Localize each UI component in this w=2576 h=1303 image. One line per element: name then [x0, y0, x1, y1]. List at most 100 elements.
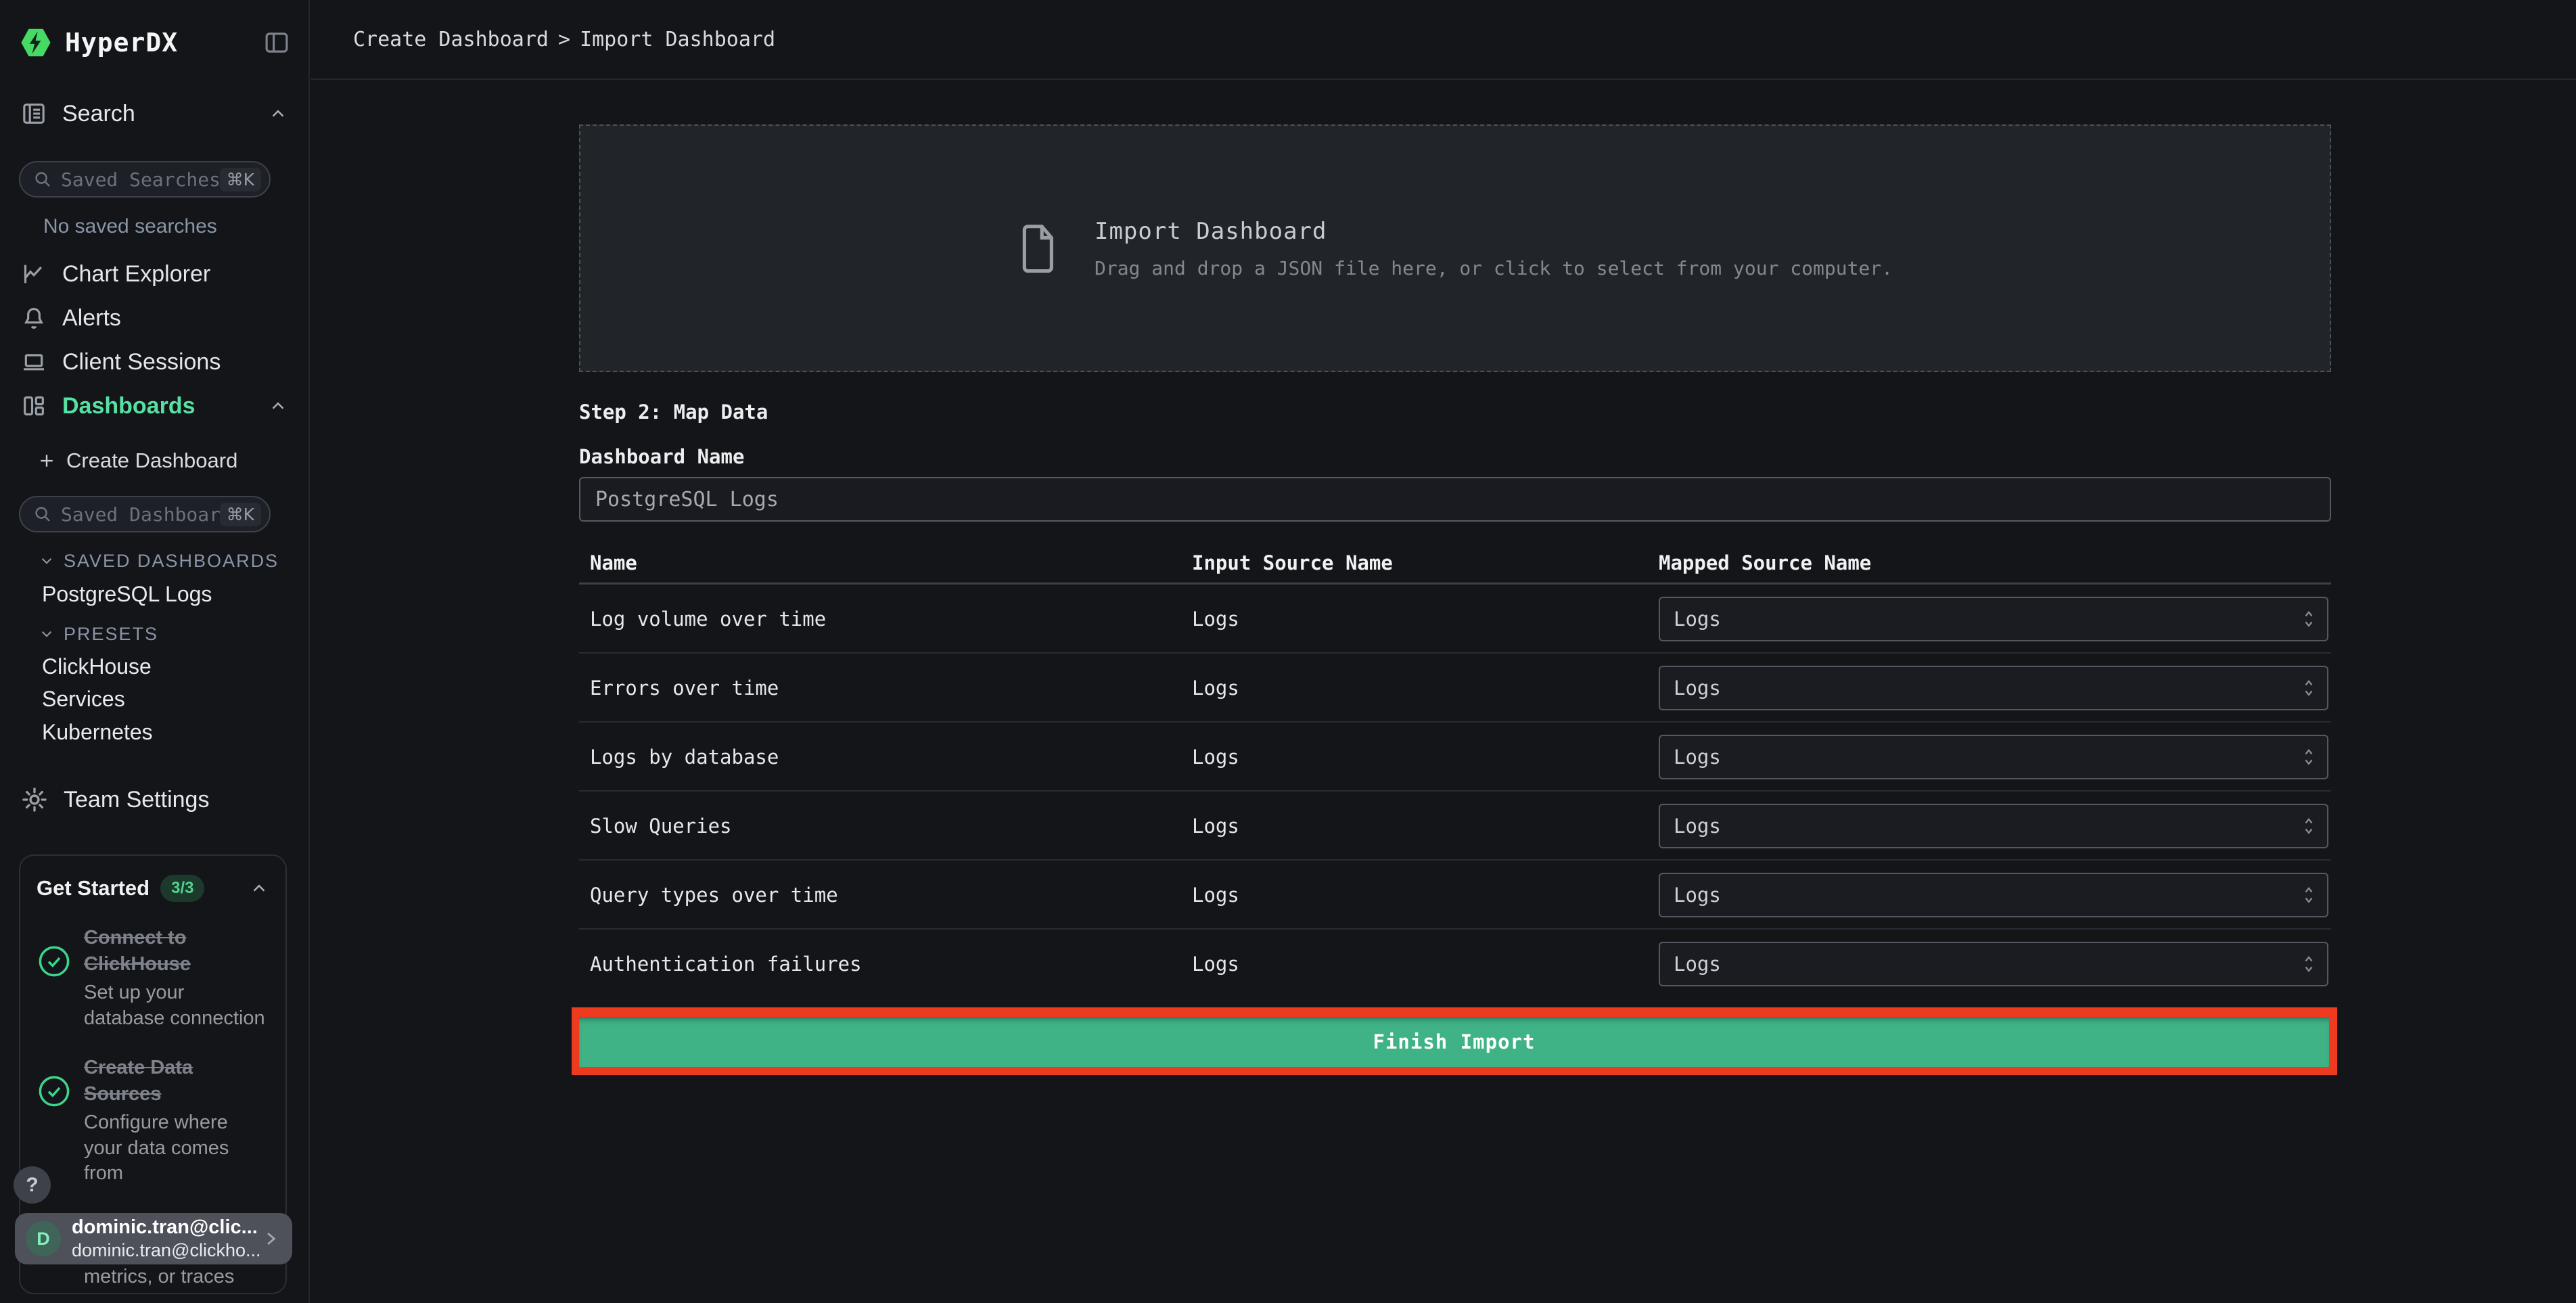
sidebar-item-label: Alerts — [62, 304, 121, 331]
select-chevrons-icon — [2303, 746, 2315, 768]
table-row: Slow Queries Logs Logs — [579, 792, 2331, 861]
saved-dashboards-section-label: SAVED DASHBOARDS — [64, 550, 279, 571]
sidebar-item-client-sessions[interactable]: Client Sessions — [20, 340, 288, 384]
annotation-highlight-box: Finish Import — [572, 1007, 2337, 1075]
get-started-item-desc: Set up your database connection — [84, 982, 265, 1029]
gear-icon — [20, 785, 49, 814]
breadcrumb: Create Dashboard > Import Dashboard — [311, 0, 2576, 80]
dropzone-subtitle: Drag and drop a JSON file here, or click… — [1094, 256, 1893, 279]
select-chevrons-icon — [2303, 815, 2315, 837]
sidebar-item-label: Dashboards — [62, 392, 196, 419]
import-dropzone[interactable]: Import Dashboard Drag and drop a JSON fi… — [579, 124, 2331, 372]
mapped-source-value: Logs — [1674, 746, 1721, 769]
mapped-source-value: Logs — [1674, 884, 1721, 907]
row-name: Logs by database — [590, 746, 779, 769]
select-chevrons-icon — [2303, 608, 2315, 630]
shortcut-badge: ⌘K — [219, 167, 261, 191]
get-started-header[interactable]: Get Started 3/3 — [37, 875, 269, 902]
sidebar-item-alerts[interactable]: Alerts — [20, 296, 288, 340]
row-input-source: Logs — [1192, 746, 1239, 769]
help-button[interactable]: ? — [14, 1166, 51, 1204]
sidebar-item-label: Chart Explorer — [62, 260, 211, 287]
select-chevrons-icon — [2303, 884, 2315, 906]
row-input-source: Logs — [1192, 815, 1239, 838]
sidebar-collapse-icon[interactable] — [262, 28, 291, 57]
row-input-source: Logs — [1192, 608, 1239, 631]
create-dashboard-button[interactable]: Create Dashboard — [37, 445, 237, 476]
shortcut-badge: ⌘K — [219, 502, 261, 526]
table-body: Log volume over time Logs Logs Errors ov… — [579, 585, 2331, 999]
sidebar-item-team-settings[interactable]: Team Settings — [20, 779, 288, 820]
select-chevrons-icon — [2303, 677, 2315, 699]
table-header-row: Name Input Source Name Mapped Source Nam… — [579, 541, 2331, 585]
get-started-item-title: Connect to ClickHouse — [84, 927, 191, 976]
mapped-source-select[interactable]: Logs — [1659, 735, 2328, 779]
dashboard-name-label: Dashboard Name — [579, 445, 745, 468]
select-chevrons-icon — [2303, 953, 2315, 975]
sidebar-section-search[interactable]: Search — [20, 95, 288, 133]
get-started-item-desc: Configure where your data comes from — [84, 1111, 229, 1185]
sidebar-item-chart-explorer[interactable]: Chart Explorer — [20, 252, 288, 296]
get-started-item-sources[interactable]: Create Data Sources Configure where your… — [37, 1055, 269, 1187]
sidebar-item-dashboards[interactable]: Dashboards — [20, 384, 288, 428]
file-icon — [1017, 222, 1059, 275]
mapped-source-value: Logs — [1674, 677, 1721, 700]
presets-section-header[interactable]: PRESETS — [38, 620, 158, 648]
plus-icon — [37, 451, 57, 471]
breadcrumb-import-dashboard[interactable]: Import Dashboard — [580, 28, 775, 51]
get-started-item-connect[interactable]: Connect to ClickHouse Set up your databa… — [37, 925, 269, 1032]
mapped-source-select[interactable]: Logs — [1659, 597, 2328, 641]
no-saved-searches-text: No saved searches — [43, 215, 217, 237]
mapped-source-select[interactable]: Logs — [1659, 873, 2328, 917]
search-icon — [32, 169, 53, 189]
table-row: Query types over time Logs Logs — [579, 861, 2331, 930]
team-settings-label: Team Settings — [64, 786, 210, 813]
chevron-down-icon — [41, 631, 52, 637]
row-name: Slow Queries — [590, 815, 732, 838]
row-input-source: Logs — [1192, 884, 1239, 907]
chevron-up-icon — [249, 878, 269, 898]
sidebar-item-services[interactable]: Services — [42, 684, 125, 714]
saved-searches-input[interactable] — [61, 168, 220, 191]
sidebar-item-postgresql-logs[interactable]: PostgreSQL Logs — [42, 579, 212, 609]
mapped-source-select[interactable]: Logs — [1659, 666, 2328, 710]
search-section-icon — [20, 100, 47, 127]
app-title: HyperDX — [65, 28, 179, 58]
search-section-label: Search — [62, 100, 135, 127]
user-email: dominic.tran@clickho... — [72, 1240, 261, 1260]
logo-row: HyperDX — [20, 23, 291, 62]
column-header-input-source: Input Source Name — [1192, 551, 1393, 574]
chart-explorer-icon — [20, 260, 47, 288]
dashboard-name-input[interactable] — [579, 477, 2331, 522]
mapped-source-value: Logs — [1674, 953, 1721, 976]
saved-dashboards-input[interactable] — [61, 503, 220, 526]
get-started-item-title: Create Data Sources — [84, 1056, 193, 1105]
presets-section-label: PRESETS — [64, 623, 159, 644]
user-account-chip[interactable]: D dominic.tran@clic... dominic.tran@clic… — [15, 1213, 292, 1264]
saved-dashboards-section-header[interactable]: SAVED DASHBOARDS — [38, 547, 279, 575]
breadcrumb-create-dashboard[interactable]: Create Dashboard — [353, 28, 549, 51]
table-row: Authentication failures Logs Logs — [579, 930, 2331, 999]
avatar: D — [26, 1221, 61, 1256]
sidebar: HyperDX Search ⌘K No saved searches — [0, 0, 310, 1303]
sidebar-item-kubernetes[interactable]: Kubernetes — [42, 717, 153, 747]
create-dashboard-label: Create Dashboard — [66, 449, 238, 472]
row-name: Errors over time — [590, 677, 779, 700]
finish-import-button[interactable]: Finish Import — [579, 1017, 2329, 1067]
saved-searches-pill: ⌘K — [19, 161, 271, 198]
mapping-table: Name Input Source Name Mapped Source Nam… — [579, 541, 2331, 999]
saved-dashboards-pill: ⌘K — [19, 496, 271, 532]
check-circle-icon — [37, 944, 72, 1032]
mapped-source-value: Logs — [1674, 608, 1721, 631]
mapped-source-value: Logs — [1674, 815, 1721, 838]
step-label: Step 2: Map Data — [579, 401, 768, 424]
dropzone-title: Import Dashboard — [1094, 217, 1327, 245]
dashboards-grid-icon — [20, 392, 47, 419]
row-name: Log volume over time — [590, 608, 827, 631]
mapped-source-select[interactable]: Logs — [1659, 942, 2328, 986]
table-row: Log volume over time Logs Logs — [579, 585, 2331, 654]
chevron-up-icon — [268, 104, 288, 124]
sidebar-item-clickhouse[interactable]: ClickHouse — [42, 652, 152, 681]
mapped-source-select[interactable]: Logs — [1659, 804, 2328, 848]
laptop-icon — [20, 348, 47, 375]
